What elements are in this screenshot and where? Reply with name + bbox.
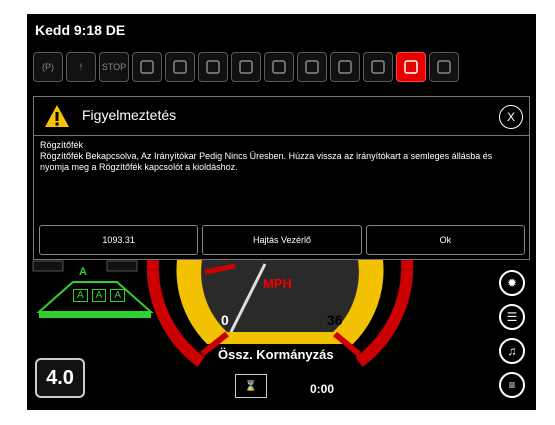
timer-icon[interactable]: ⌛ (235, 374, 267, 398)
dialog-buttons: 1093.31 Hajtás Vezérlő Ok (39, 225, 525, 255)
warning-dialog: Figyelmeztetés X Rögzítőfék Rögzítőfék B… (33, 96, 530, 260)
music-icon[interactable]: ♫ (499, 338, 525, 364)
display-screen: Kedd 9:18 DE (P)! STOP A A A A MPH 0 36 … (27, 14, 536, 410)
ok-button[interactable]: Ok (365, 225, 525, 255)
dialog-body: Rögzítőfék Rögzítőfék Bekapcsolva, Az Ir… (40, 140, 520, 173)
warning-icon (45, 105, 69, 127)
boom-section-2[interactable]: A (91, 289, 107, 302)
work-light-icon[interactable]: ✹ (499, 270, 525, 296)
boom-label: A (79, 266, 87, 278)
speed-unit: MPH (263, 276, 292, 291)
dialog-header: Figyelmeztetés X (34, 97, 529, 136)
boom-section-3[interactable]: A (110, 289, 126, 302)
dialog-title: Figyelmeztetés (82, 107, 177, 123)
menu-icon[interactable]: ≡ (499, 372, 525, 398)
timer-value: 0:00 (310, 382, 335, 396)
value-button[interactable]: 1093.31 (39, 225, 199, 255)
drive-control-button[interactable]: Hajtás Vezérlő (202, 225, 362, 255)
gauge-min-label: 0 (221, 312, 229, 328)
boom-sections[interactable]: A A A (73, 289, 126, 302)
headlight-icon[interactable]: ☰ (499, 304, 525, 330)
dialog-heading: Rögzítőfék (40, 140, 84, 150)
total-steering-label: Össz. Kormányzás (218, 347, 334, 362)
close-button[interactable]: X (499, 105, 523, 129)
gear-display[interactable]: 4.0 (35, 358, 85, 398)
dialog-message: Rögzítőfék Bekapcsolva, Az Irányítókar P… (40, 151, 493, 172)
gauge-max-label: 36 (327, 312, 343, 328)
boom-section-1[interactable]: A (73, 289, 88, 302)
